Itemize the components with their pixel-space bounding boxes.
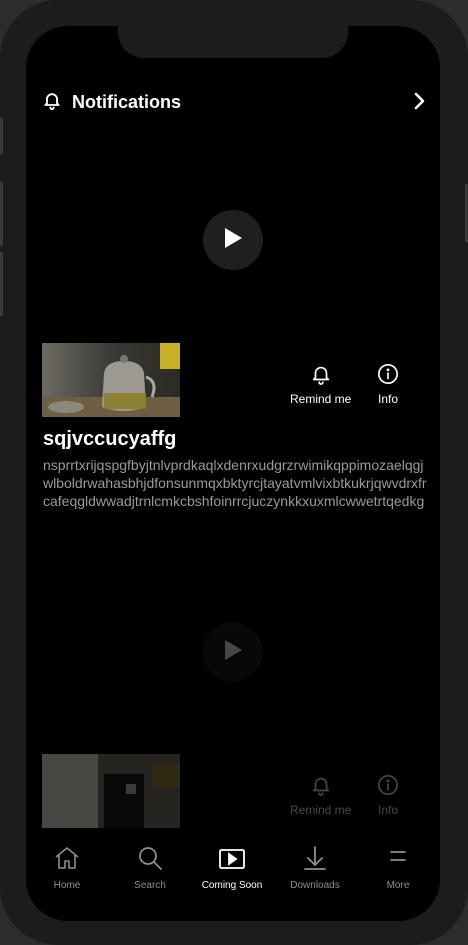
play-icon bbox=[222, 638, 244, 667]
download-icon bbox=[301, 844, 329, 880]
remind-me-label: Remind me bbox=[290, 392, 352, 406]
tab-label-home: Home bbox=[53, 880, 81, 891]
tab-bar: Home Search Coming Soon Downloads More bbox=[26, 844, 440, 914]
play-button[interactable] bbox=[203, 210, 263, 270]
menu-icon bbox=[384, 844, 412, 880]
phone-frame: Notifications Remind me Info sqjvccucyaf… bbox=[0, 0, 468, 945]
remind-me-button[interactable]: Remind me bbox=[290, 774, 351, 817]
bell-icon bbox=[310, 774, 332, 803]
bell-icon bbox=[310, 363, 332, 392]
remind-me-button[interactable]: Remind me bbox=[290, 363, 351, 406]
info-label: Info bbox=[377, 803, 398, 817]
notifications-row[interactable]: Notifications bbox=[42, 88, 426, 116]
tab-label-downloads: Downloads bbox=[290, 880, 340, 891]
tab-label-search: Search bbox=[134, 880, 166, 891]
show-description: nsprrtxrijqspgfbyjtnlvprdkaqlxdenrxudgrz… bbox=[43, 457, 427, 509]
notifications-title: Notifications bbox=[72, 91, 182, 112]
bell-icon bbox=[42, 90, 62, 115]
info-button[interactable]: Info bbox=[377, 363, 399, 406]
info-button[interactable]: Info bbox=[377, 774, 399, 817]
tab-coming-soon[interactable]: Coming Soon bbox=[197, 844, 267, 891]
app-screen: Notifications Remind me Info sqjvccucyaf… bbox=[26, 26, 440, 921]
item-thumbnail[interactable] bbox=[42, 754, 180, 828]
device-notch bbox=[118, 26, 348, 58]
tab-label-more: More bbox=[386, 880, 410, 891]
tab-more[interactable]: More bbox=[363, 844, 433, 891]
item-thumbnail[interactable] bbox=[42, 343, 180, 417]
info-label: Info bbox=[377, 392, 398, 406]
chevron-right-icon[interactable] bbox=[412, 92, 426, 115]
remind-me-label: Remind me bbox=[290, 803, 352, 817]
show-title: sqjvccucyaffg bbox=[43, 428, 177, 450]
search-icon bbox=[136, 844, 164, 880]
info-icon bbox=[377, 774, 399, 803]
play-square-icon bbox=[218, 844, 246, 880]
tab-label-coming-soon: Coming Soon bbox=[201, 880, 263, 891]
tab-search[interactable]: Search bbox=[115, 844, 185, 891]
tab-downloads[interactable]: Downloads bbox=[280, 844, 350, 891]
play-icon bbox=[222, 226, 244, 255]
tab-home[interactable]: Home bbox=[32, 844, 102, 891]
play-button[interactable] bbox=[203, 622, 263, 682]
home-icon bbox=[53, 844, 81, 880]
info-icon bbox=[377, 363, 399, 392]
